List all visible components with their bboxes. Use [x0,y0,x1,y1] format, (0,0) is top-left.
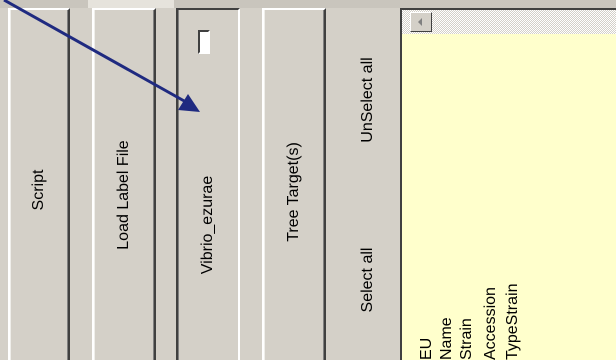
scroll-left-icon[interactable] [410,12,432,32]
select-all-button[interactable]: Select all [346,200,390,360]
list-item[interactable]: TypeStrain [504,284,522,360]
top-strip [0,0,616,8]
script-button[interactable]: Script [8,8,70,360]
tree-targets-label: Tree Target(s) [285,142,302,242]
organism-label: Vibrio_ezurae [199,175,216,275]
horizontal-scrollbar[interactable] [402,10,616,34]
load-label-file-button[interactable]: Load Label File [92,8,156,360]
unselect-all-label: UnSelect all [359,57,376,143]
organism-checkbox[interactable] [198,30,210,54]
unselect-all-button[interactable]: UnSelect all [346,20,390,180]
tree-targets-button[interactable]: Tree Target(s) [262,8,326,360]
list-item[interactable]: EU [418,338,436,360]
top-strip-highlight [88,0,174,8]
label-field-list[interactable]: EU Name Strain Accession TypeStrain [402,34,616,360]
list-item[interactable]: Strain [458,318,476,360]
list-item[interactable]: Name [438,317,456,360]
select-all-label: Select all [359,247,376,313]
script-button-label: Script [30,169,47,211]
load-label-file-label: Load Label File [115,140,132,250]
organism-toggle-button[interactable]: Vibrio_ezurae [176,8,240,360]
list-item[interactable]: Accession [482,287,500,360]
